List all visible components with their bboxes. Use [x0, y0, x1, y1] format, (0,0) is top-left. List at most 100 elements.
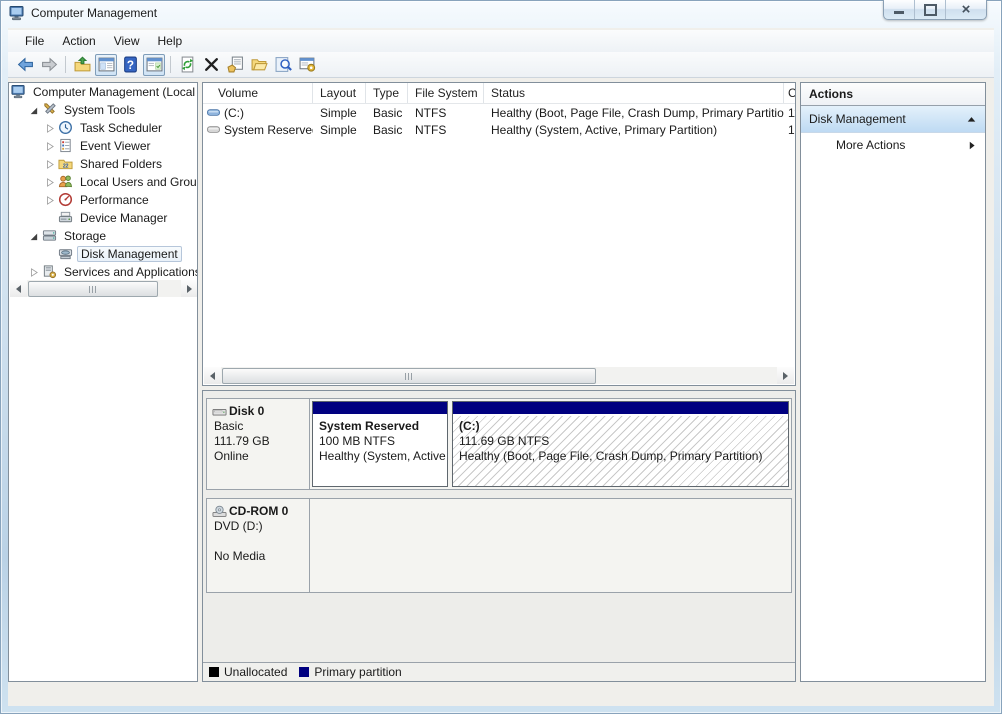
partition-system-reserved[interactable]: System Reserved 100 MB NTFS Healthy (Sys…	[312, 401, 448, 487]
volume-list-horizontal-scrollbar[interactable]	[204, 367, 794, 384]
tree-item-local-users-and-groups[interactable]: Local Users and Groups	[9, 173, 197, 191]
expander-collapsed-icon[interactable]	[43, 139, 58, 154]
scroll-right-icon	[187, 285, 192, 293]
volume-row-system-reserved[interactable]: System Reserved Simple Basic NTFS Health…	[203, 121, 795, 138]
scroll-left-icon	[16, 285, 21, 293]
settings-icon	[299, 56, 316, 73]
tree-item-computer-management[interactable]: Computer Management (Local	[9, 83, 197, 101]
scrollbar-thumb[interactable]	[28, 281, 158, 297]
tree-item-storage[interactable]: Storage	[9, 227, 197, 245]
tree-item-performance[interactable]: Performance	[9, 191, 197, 209]
scroll-right-button[interactable]	[181, 280, 198, 297]
cdrom-0-status: No Media	[214, 549, 309, 564]
legend-unallocated-label: Unallocated	[224, 665, 287, 679]
menu-file[interactable]: File	[16, 31, 53, 51]
column-header-file-system[interactable]: File System	[408, 83, 484, 103]
scroll-left-button[interactable]	[204, 367, 221, 384]
primary-partition-band	[313, 402, 447, 414]
disk-0-label[interactable]: Disk 0 Basic 111.79 GB Online	[207, 399, 310, 489]
tree-item-device-manager[interactable]: Device Manager	[9, 209, 197, 227]
properties-icon	[227, 56, 244, 73]
properties-button[interactable]	[224, 54, 246, 76]
expander-expanded-icon[interactable]	[27, 229, 42, 244]
collapse-up-icon[interactable]	[966, 114, 977, 125]
help-button[interactable]	[119, 54, 141, 76]
delete-button[interactable]	[200, 54, 222, 76]
disk-0-size: 111.79 GB	[214, 434, 309, 449]
menu-help[interactable]: Help	[149, 31, 192, 51]
computer-management-window: { "window": { "title": "Computer Managem…	[0, 0, 1002, 714]
event-viewer-icon	[58, 138, 75, 154]
forward-button[interactable]	[38, 54, 60, 76]
column-header-capacity[interactable]: C	[784, 83, 795, 103]
legend-primary-partition-label: Primary partition	[314, 665, 401, 679]
menu-action[interactable]: Action	[53, 31, 104, 51]
shared-folders-icon	[58, 156, 75, 172]
more-actions-item[interactable]: More Actions	[801, 133, 985, 157]
minimize-button[interactable]	[884, 0, 915, 19]
column-header-layout[interactable]: Layout	[313, 83, 366, 103]
tree-horizontal-scrollbar[interactable]	[10, 280, 198, 297]
cdrom-0-area	[310, 499, 791, 592]
actions-group-disk-management[interactable]: Disk Management	[801, 106, 985, 133]
help-icon	[122, 56, 139, 73]
volume-c-icon	[206, 106, 221, 119]
cdrom-0-label[interactable]: CD-ROM 0 DVD (D:) No Media	[207, 499, 310, 592]
column-header-type[interactable]: Type	[366, 83, 408, 103]
tree-item-system-tools[interactable]: System Tools	[9, 101, 197, 119]
scrollbar-thumb[interactable]	[222, 368, 596, 384]
expander-collapsed-icon[interactable]	[43, 175, 58, 190]
system-tools-icon	[42, 102, 59, 118]
expander-collapsed-icon[interactable]	[43, 121, 58, 136]
show-console-tree-icon	[98, 56, 115, 73]
services-icon	[42, 264, 59, 280]
open-folder-button[interactable]	[248, 54, 270, 76]
disk-0-type: Basic	[214, 419, 309, 434]
primary-partition-swatch	[299, 667, 309, 677]
show-action-pane-button[interactable]	[143, 54, 165, 76]
scroll-left-icon	[210, 372, 215, 380]
column-header-volume[interactable]: Volume	[203, 83, 313, 103]
cdrom-0-row: CD-ROM 0 DVD (D:) No Media	[206, 498, 792, 593]
column-header-status[interactable]: Status	[484, 83, 784, 103]
refresh-icon	[179, 56, 196, 73]
tree-item-services-and-applications[interactable]: Services and Applications	[9, 263, 197, 281]
menu-bar: File Action View Help	[8, 30, 994, 52]
back-button[interactable]	[14, 54, 36, 76]
refresh-button[interactable]	[176, 54, 198, 76]
close-button[interactable]: ×	[946, 0, 986, 19]
show-console-tree-button[interactable]	[95, 54, 117, 76]
maximize-icon	[924, 4, 937, 16]
disk-0-state: Online	[214, 449, 309, 464]
toolbar-separator	[65, 56, 66, 73]
disk-0-row: Disk 0 Basic 111.79 GB Online System Res…	[206, 398, 792, 490]
find-button[interactable]	[272, 54, 294, 76]
title-bar[interactable]: Computer Management ×	[0, 0, 1002, 28]
maximize-button[interactable]	[915, 0, 946, 19]
tree-item-disk-management[interactable]: Disk Management	[9, 245, 197, 263]
task-scheduler-icon	[58, 120, 75, 136]
center-panel: Volume Layout Type File System Status C …	[202, 82, 796, 682]
disk-icon	[212, 405, 227, 419]
storage-icon	[42, 228, 59, 244]
app-icon	[9, 5, 25, 21]
volume-row-c[interactable]: (C:) Simple Basic NTFS Healthy (Boot, Pa…	[203, 104, 795, 121]
tree-item-event-viewer[interactable]: Event Viewer	[9, 137, 197, 155]
settings-button[interactable]	[296, 54, 318, 76]
console-tree-panel: Computer Management (Local System Tools …	[8, 82, 198, 682]
partition-c[interactable]: (C:) 111.69 GB NTFS Healthy (Boot, Page …	[452, 401, 789, 487]
expander-collapsed-icon[interactable]	[43, 193, 58, 208]
volume-list-header: Volume Layout Type File System Status C	[203, 83, 795, 104]
scroll-right-button[interactable]	[777, 367, 794, 384]
toolbar-separator	[170, 56, 171, 73]
volume-list-pane: Volume Layout Type File System Status C …	[202, 82, 796, 386]
expander-collapsed-icon[interactable]	[27, 265, 42, 280]
window-title: Computer Management	[31, 6, 157, 20]
expander-collapsed-icon[interactable]	[43, 157, 58, 172]
tree-item-shared-folders[interactable]: Shared Folders	[9, 155, 197, 173]
up-folder-button[interactable]	[71, 54, 93, 76]
expander-expanded-icon[interactable]	[27, 103, 42, 118]
scroll-left-button[interactable]	[10, 280, 27, 297]
menu-view[interactable]: View	[105, 31, 149, 51]
tree-item-task-scheduler[interactable]: Task Scheduler	[9, 119, 197, 137]
